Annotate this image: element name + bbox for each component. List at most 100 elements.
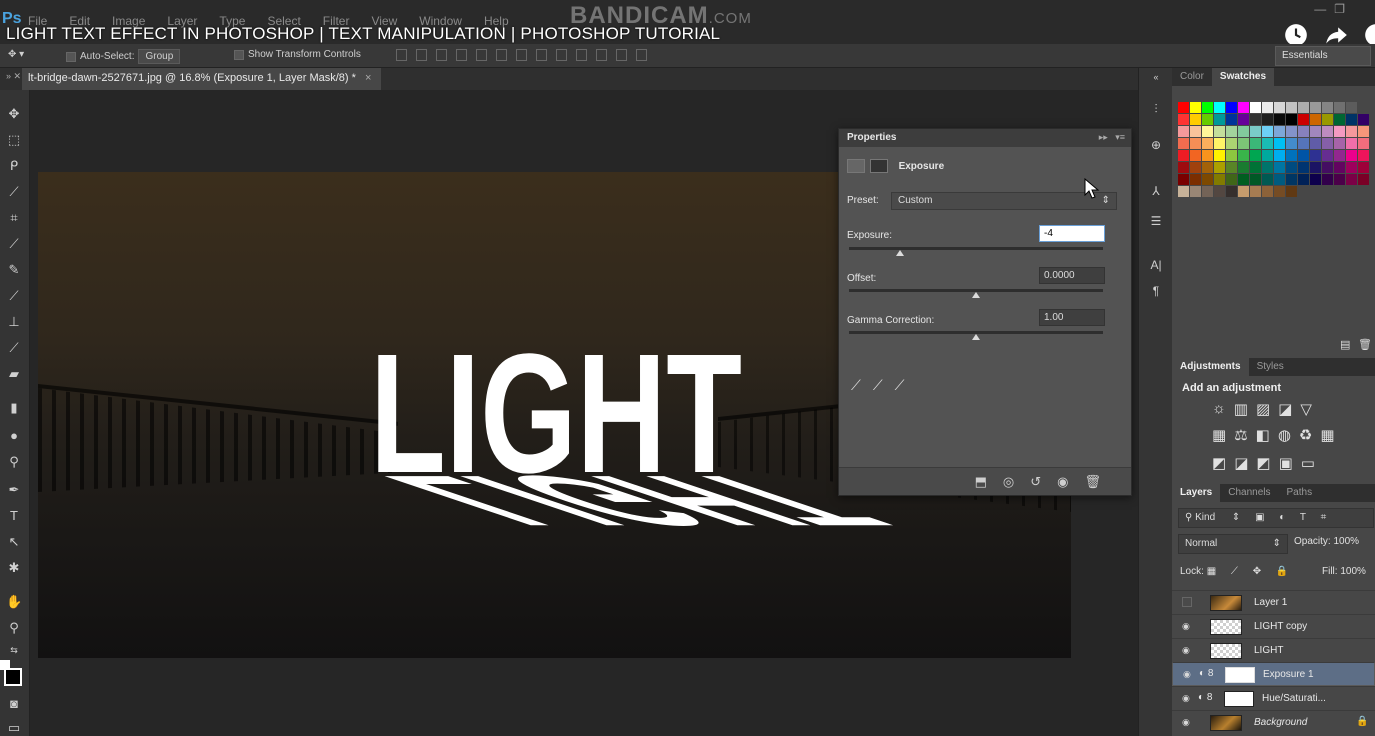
align-middle-icon[interactable] bbox=[416, 49, 427, 61]
auto-select-checkbox[interactable] bbox=[66, 51, 76, 62]
layer-row-background[interactable]: ◉ Background 🔒 bbox=[1172, 710, 1375, 734]
layer-name[interactable]: LIGHT bbox=[1254, 645, 1283, 656]
color-swatch[interactable] bbox=[1214, 162, 1225, 173]
color-swatch[interactable] bbox=[1214, 114, 1225, 125]
color-swatch[interactable] bbox=[1238, 126, 1249, 137]
color-swatch[interactable] bbox=[1310, 174, 1321, 185]
color-swatch[interactable] bbox=[1310, 150, 1321, 161]
color-swatch[interactable] bbox=[1178, 126, 1189, 137]
quick-select-tool-icon[interactable]: ⟋ bbox=[6, 184, 22, 200]
brightness-contrast-icon[interactable]: ☼ bbox=[1212, 400, 1226, 418]
layer-mask-icon[interactable] bbox=[869, 159, 888, 173]
color-swatch[interactable] bbox=[1274, 126, 1285, 137]
color-swatch[interactable] bbox=[1214, 150, 1225, 161]
color-swatch[interactable] bbox=[1262, 102, 1273, 113]
color-swatch[interactable] bbox=[1226, 102, 1237, 113]
posterize-icon[interactable]: ◪ bbox=[1234, 454, 1248, 472]
offset-slider-thumb[interactable] bbox=[972, 292, 980, 298]
history-panel-icon[interactable]: ⫶ bbox=[1148, 102, 1164, 118]
minimize-icon[interactable]: — bbox=[1314, 2, 1326, 16]
eye-icon[interactable]: ◉ bbox=[1182, 621, 1192, 631]
opacity-value[interactable]: 100% bbox=[1333, 536, 1359, 547]
channel-mixer-icon[interactable]: ♻ bbox=[1299, 426, 1312, 444]
layer-mask-thumbnail[interactable] bbox=[1225, 667, 1255, 683]
pen-tool-icon[interactable]: ✒ bbox=[6, 482, 22, 498]
color-swatch[interactable] bbox=[1274, 186, 1285, 197]
dodge-tool-icon[interactable]: ⚲ bbox=[6, 454, 22, 470]
color-swatch[interactable] bbox=[1178, 174, 1189, 185]
foreground-color-swatch[interactable] bbox=[4, 668, 22, 686]
filter-icons[interactable]: ⇕ ▣ ◐ T ⌗ bbox=[1232, 512, 1332, 523]
swatches-grid[interactable] bbox=[1178, 102, 1374, 202]
color-swatch[interactable] bbox=[1286, 174, 1297, 185]
color-swatch[interactable] bbox=[1262, 150, 1273, 161]
eye-icon[interactable]: ◉ bbox=[1182, 645, 1192, 655]
color-swatch[interactable] bbox=[1202, 174, 1213, 185]
color-swatch[interactable] bbox=[1298, 126, 1309, 137]
crop-tool-icon[interactable]: ⌗ bbox=[6, 210, 22, 226]
reset-icon[interactable]: ↺ bbox=[1030, 474, 1041, 490]
layer-name[interactable]: Hue/Saturati... bbox=[1262, 693, 1326, 704]
color-swatch[interactable] bbox=[1226, 114, 1237, 125]
lock-icons[interactable]: ▦ ⟋ ✥ 🔒 bbox=[1207, 566, 1295, 577]
color-swatch[interactable] bbox=[1202, 186, 1213, 197]
color-swatch[interactable] bbox=[1238, 162, 1249, 173]
color-swatch[interactable] bbox=[1274, 114, 1285, 125]
tab-layers[interactable]: Layers bbox=[1172, 484, 1221, 502]
layer-name[interactable]: Background bbox=[1254, 717, 1307, 728]
color-swatch[interactable] bbox=[1274, 174, 1285, 185]
color-swatch[interactable] bbox=[1250, 174, 1261, 185]
tab-styles[interactable]: Styles bbox=[1249, 358, 1292, 376]
color-swatch[interactable] bbox=[1358, 138, 1369, 149]
collapse-toolbar-icon[interactable]: » ✕ bbox=[6, 71, 21, 82]
color-swatch[interactable] bbox=[1322, 102, 1333, 113]
color-swatch[interactable] bbox=[1334, 138, 1345, 149]
gamma-input[interactable]: 1.00 bbox=[1039, 309, 1105, 326]
history-brush-tool-icon[interactable]: ⟋ bbox=[6, 340, 22, 356]
zoom-tool-icon[interactable]: ⚲ bbox=[6, 620, 22, 636]
color-swatch[interactable] bbox=[1190, 138, 1201, 149]
clip-to-layer-icon[interactable]: ⬒ bbox=[975, 474, 987, 490]
color-swatch[interactable] bbox=[1262, 174, 1273, 185]
blur-tool-icon[interactable]: ● bbox=[6, 428, 22, 444]
healing-brush-tool-icon[interactable]: ✎ bbox=[6, 262, 22, 278]
color-swatch[interactable] bbox=[1298, 150, 1309, 161]
color-swatch[interactable] bbox=[1346, 102, 1357, 113]
expand-panels-icon[interactable]: « bbox=[1148, 72, 1164, 88]
color-swatch[interactable] bbox=[1298, 114, 1309, 125]
brush-presets-icon[interactable]: ☰ bbox=[1148, 214, 1164, 230]
distribute-center-icon[interactable] bbox=[596, 49, 607, 61]
paragraph-panel-icon[interactable]: ¶ bbox=[1148, 284, 1164, 300]
color-swatch[interactable] bbox=[1238, 150, 1249, 161]
color-swatch[interactable] bbox=[1262, 162, 1273, 173]
color-swatch[interactable] bbox=[1346, 114, 1357, 125]
color-swatch[interactable] bbox=[1346, 150, 1357, 161]
color-swatch[interactable] bbox=[1334, 162, 1345, 173]
color-swatch[interactable] bbox=[1298, 174, 1309, 185]
exposure-icon[interactable]: ◪ bbox=[1278, 400, 1292, 418]
hue-saturation-icon[interactable]: ▦ bbox=[1212, 426, 1226, 444]
color-swatch[interactable] bbox=[1202, 114, 1213, 125]
eye-icon[interactable]: ◉ bbox=[1182, 693, 1192, 703]
delete-swatch-icon[interactable]: 🗑 bbox=[1358, 338, 1372, 351]
auto-select-dropdown[interactable]: Group bbox=[138, 49, 181, 64]
color-swatch[interactable] bbox=[1262, 186, 1273, 197]
color-swatch[interactable] bbox=[1262, 138, 1273, 149]
color-swatch[interactable] bbox=[1286, 162, 1297, 173]
distribute-right-icon[interactable] bbox=[616, 49, 627, 61]
color-swatch[interactable] bbox=[1322, 114, 1333, 125]
brush-panel-icon[interactable]: ⅄ bbox=[1148, 184, 1164, 200]
fill-control[interactable]: Fill: 100% bbox=[1322, 566, 1366, 577]
color-swatch[interactable] bbox=[1346, 138, 1357, 149]
close-document-icon[interactable]: × bbox=[365, 72, 371, 84]
color-swatch[interactable] bbox=[1214, 138, 1225, 149]
color-swatch[interactable] bbox=[1334, 126, 1345, 137]
lasso-tool-icon[interactable]: ᑭ bbox=[6, 158, 22, 174]
align-center-icon[interactable] bbox=[476, 49, 487, 61]
exposure-slider-thumb[interactable] bbox=[895, 250, 904, 256]
align-right-icon[interactable] bbox=[496, 49, 507, 61]
layer-filter-kind[interactable]: Kind bbox=[1195, 512, 1215, 523]
color-swatch[interactable] bbox=[1226, 174, 1237, 185]
layer-row-layer-1[interactable]: Layer 1 bbox=[1172, 590, 1375, 614]
color-swatch[interactable] bbox=[1286, 186, 1297, 197]
